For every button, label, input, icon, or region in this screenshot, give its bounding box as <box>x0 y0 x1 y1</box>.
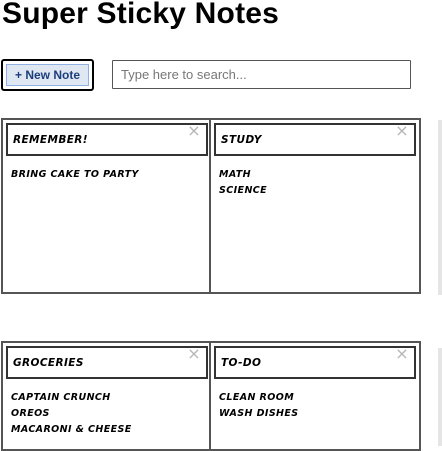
new-note-button[interactable]: + New Note <box>6 64 89 86</box>
note-title-field[interactable]: Study <box>214 123 416 156</box>
note-body[interactable]: Bring cake to party <box>11 167 205 183</box>
note-line: Macaroni & cheese <box>11 424 132 435</box>
note-title[interactable]: Study <box>221 134 262 146</box>
scrollbar[interactable] <box>438 120 442 295</box>
close-icon[interactable]: × <box>187 346 201 362</box>
note-line: Captain Crunch <box>11 392 111 403</box>
search-input[interactable] <box>112 60 411 89</box>
note-title[interactable]: To-do <box>221 357 261 369</box>
note-title-field[interactable]: To-do <box>214 346 416 379</box>
sticky-note: Remember! × Bring cake to party <box>1 118 213 294</box>
note-title[interactable]: Groceries <box>13 357 84 369</box>
scrollbar[interactable] <box>438 348 442 446</box>
sticky-note: Groceries × Captain Crunch Oreos Macaron… <box>1 341 213 451</box>
new-note-button-frame[interactable]: + New Note <box>1 59 94 91</box>
note-line: Math <box>219 169 251 180</box>
note-line: Bring cake to party <box>11 169 139 180</box>
note-body[interactable]: Clean room Wash dishes <box>219 390 413 422</box>
note-line: Clean room <box>219 392 295 403</box>
sticky-note: Study × Math Science <box>209 118 421 294</box>
note-title-field[interactable]: Groceries <box>6 346 208 379</box>
note-line: Oreos <box>11 408 50 419</box>
close-icon[interactable]: × <box>187 123 201 139</box>
note-title-field[interactable]: Remember! <box>6 123 208 156</box>
note-title[interactable]: Remember! <box>13 134 88 146</box>
note-line: Wash dishes <box>219 408 299 419</box>
note-body[interactable]: Captain Crunch Oreos Macaroni & cheese <box>11 390 205 438</box>
close-icon[interactable]: × <box>395 123 409 139</box>
sticky-note: To-do × Clean room Wash dishes <box>209 341 421 451</box>
note-body[interactable]: Math Science <box>219 167 413 199</box>
app-title: Super Sticky Notes <box>2 0 280 30</box>
note-line: Science <box>219 185 268 196</box>
close-icon[interactable]: × <box>395 346 409 362</box>
